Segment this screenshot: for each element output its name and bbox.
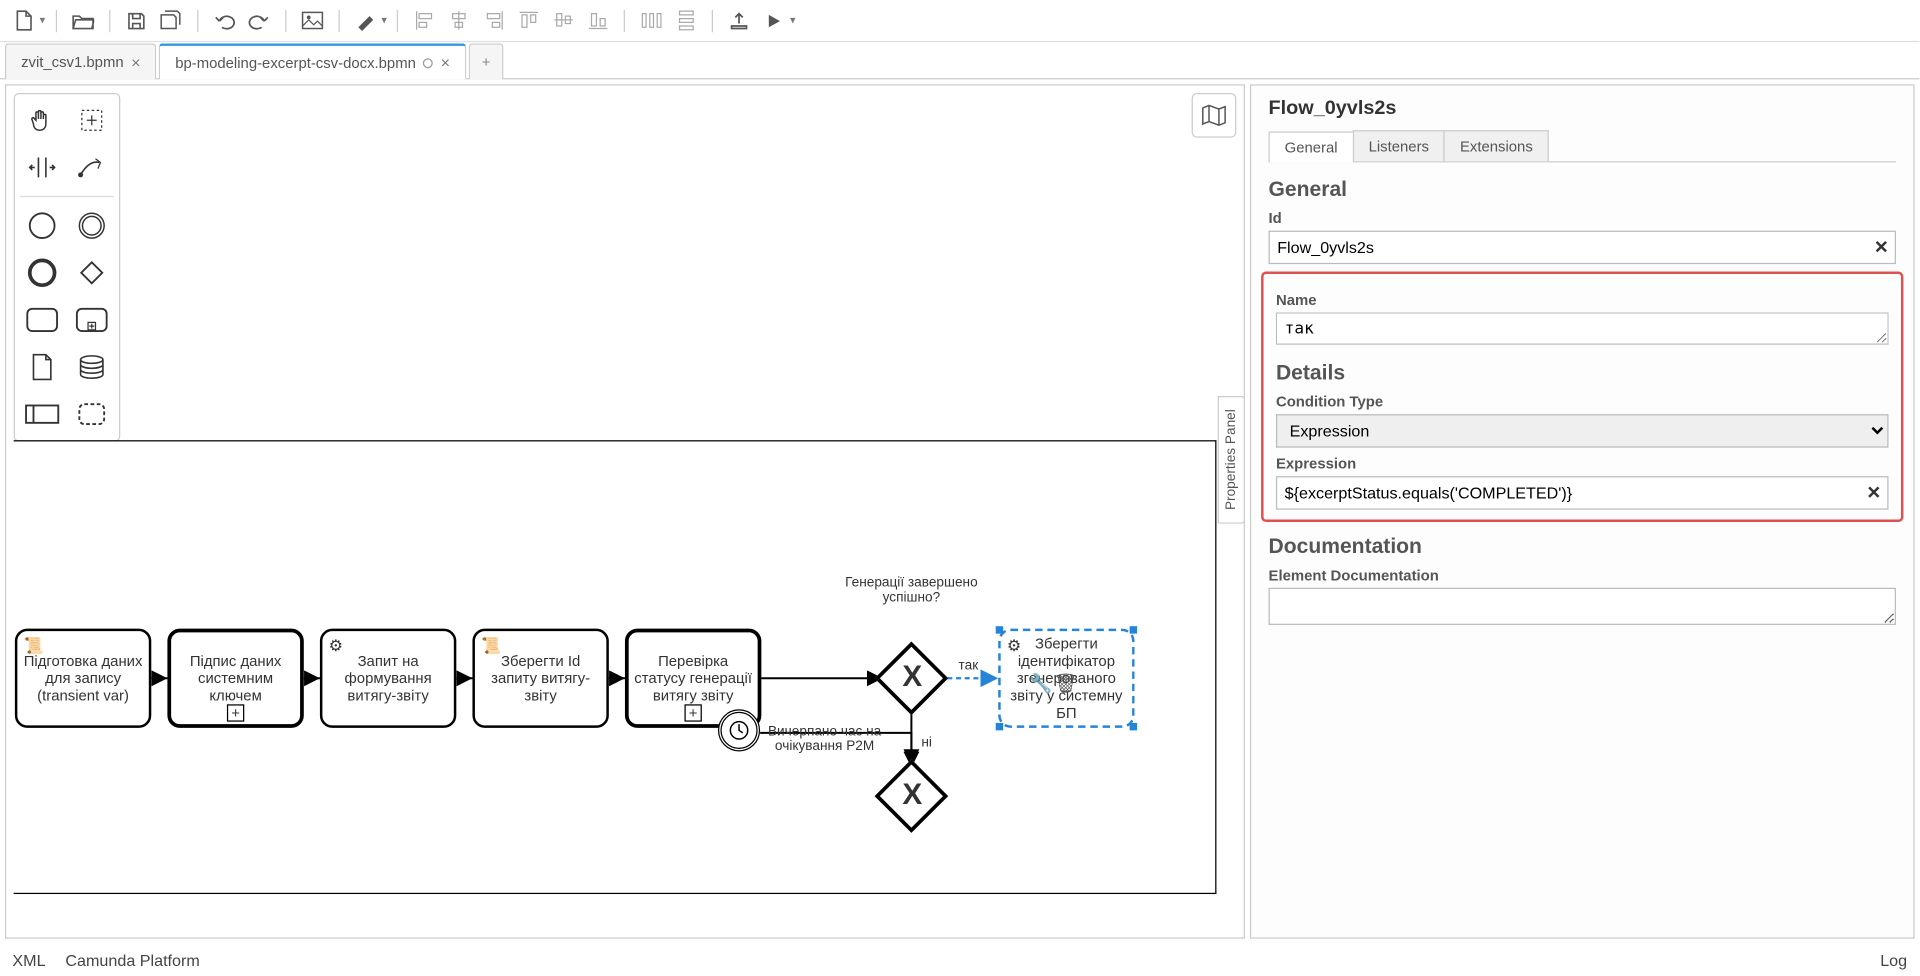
tab-label: bp-modeling-excerpt-csv-docx.bpmn	[175, 54, 416, 71]
image-icon[interactable]	[296, 4, 328, 36]
id-input[interactable]	[1269, 231, 1896, 264]
task-label: Підготовка даних для запису (transient v…	[22, 652, 144, 704]
highlight-dropdown-icon[interactable]: ▾	[381, 14, 387, 28]
task-label: Запит на формування витягу-звіту	[327, 652, 449, 704]
align-bottom-icon[interactable]	[582, 4, 614, 36]
deploy-icon[interactable]	[723, 4, 755, 36]
task-label: Перевірка статусу генерації витягу звіту	[634, 652, 753, 704]
script-icon: 📜	[24, 636, 44, 656]
label-element-doc: Element Documentation	[1269, 567, 1896, 584]
tab-label: zvit_csv1.bpmn	[21, 53, 124, 70]
save-all-icon[interactable]	[154, 4, 186, 36]
file-tabbar: zvit_csv1.bpmn × bp-modeling-excerpt-csv…	[0, 42, 1920, 79]
platform-label[interactable]: Camunda Platform	[65, 950, 199, 969]
align-top-icon[interactable]	[512, 4, 544, 36]
close-icon[interactable]: ×	[131, 53, 140, 72]
clear-icon[interactable]: ✕	[1874, 237, 1889, 258]
dirty-indicator-icon	[423, 58, 433, 68]
section-documentation: Documentation	[1269, 534, 1896, 559]
label-name: Name	[1276, 291, 1889, 308]
tab-zvit-csv1[interactable]: zvit_csv1.bpmn ×	[5, 43, 157, 79]
name-input[interactable]: так	[1276, 312, 1889, 344]
align-right-icon[interactable]	[477, 4, 509, 36]
status-bar: XML Camunda Platform Log	[0, 944, 1920, 976]
task-label: Підпис даних системним ключем	[176, 652, 295, 704]
section-details: Details	[1276, 361, 1889, 386]
close-icon[interactable]: ×	[441, 53, 450, 72]
log-link[interactable]: Log	[1880, 950, 1907, 969]
run-icon[interactable]	[758, 4, 790, 36]
tab-extensions[interactable]: Extensions	[1444, 130, 1549, 161]
task-label: Зберегти Id запиту витягу-звіту	[480, 652, 602, 704]
dist-h-icon[interactable]	[635, 4, 667, 36]
open-folder-icon[interactable]	[66, 4, 98, 36]
props-tabs: General Listeners Extensions	[1269, 130, 1896, 162]
clear-icon[interactable]: ✕	[1867, 482, 1882, 503]
align-center-h-icon[interactable]	[547, 4, 579, 36]
expand-icon[interactable]: +	[227, 704, 244, 721]
tab-general[interactable]: General	[1269, 131, 1354, 162]
run-dropdown-icon[interactable]: ▾	[790, 14, 796, 28]
label-id: Id	[1269, 210, 1896, 227]
new-file-icon[interactable]	[7, 4, 39, 36]
gateway-label: Генерації завершено успішно?	[843, 575, 979, 605]
undo-icon[interactable]	[208, 4, 240, 36]
flow-label-yes: так	[959, 658, 979, 673]
expand-icon[interactable]: +	[684, 704, 701, 721]
diagram-connectors	[6, 86, 1244, 938]
flow-label-no: ні	[921, 735, 932, 750]
gear-icon: ⚙	[1007, 636, 1021, 656]
selected-element-title: Flow_0yvls2s	[1269, 98, 1896, 120]
highlight-icon[interactable]	[349, 4, 381, 36]
dist-v-icon[interactable]	[670, 4, 702, 36]
align-left-icon[interactable]	[408, 4, 440, 36]
documentation-input[interactable]	[1269, 588, 1896, 625]
tab-bp-modeling[interactable]: bp-modeling-excerpt-csv-docx.bpmn ×	[159, 43, 466, 79]
condition-type-select[interactable]: Expression	[1276, 414, 1889, 447]
expression-input[interactable]	[1276, 476, 1889, 509]
wrench-icon[interactable]: 🔧	[1029, 672, 1052, 694]
label-expression: Expression	[1276, 455, 1889, 472]
bpmn-task-sign-data[interactable]: Підпис даних системним ключем +	[167, 629, 303, 728]
label-condition-type: Condition Type	[1276, 393, 1889, 410]
redo-icon[interactable]	[242, 4, 274, 36]
top-toolbar: ▾ ▾ ▾	[0, 0, 1920, 42]
bpmn-task-request-excerpt[interactable]: ⚙ Запит на формування витягу-звіту	[320, 629, 456, 728]
save-icon[interactable]	[120, 4, 152, 36]
align-center-v-icon[interactable]	[443, 4, 475, 36]
section-general: General	[1269, 177, 1896, 202]
bpmn-task-save-id[interactable]: 📜 Зберегти Id запиту витягу-звіту	[472, 629, 608, 728]
highlighted-region: Name так Details Condition Type Expressi…	[1261, 272, 1903, 522]
trash-icon[interactable]: 🗑	[1054, 672, 1078, 694]
tab-listeners[interactable]: Listeners	[1352, 130, 1445, 161]
bpmn-task-prep-data[interactable]: 📜 Підготовка даних для запису (transient…	[15, 629, 151, 728]
bpmn-timer-event[interactable]	[718, 709, 760, 751]
timer-label: Вичерпано час на очікування P2M	[756, 724, 892, 754]
script-icon: 📜	[481, 636, 501, 656]
xml-view-link[interactable]: XML	[12, 950, 45, 969]
properties-panel: Flow_0yvls2s General Listeners Extension…	[1250, 84, 1915, 938]
diagram-canvas[interactable]: Properties Panel	[5, 84, 1245, 938]
new-file-dropdown-icon[interactable]: ▾	[40, 14, 46, 28]
gear-icon: ⚙	[329, 636, 343, 656]
new-tab-button[interactable]: +	[469, 43, 504, 79]
